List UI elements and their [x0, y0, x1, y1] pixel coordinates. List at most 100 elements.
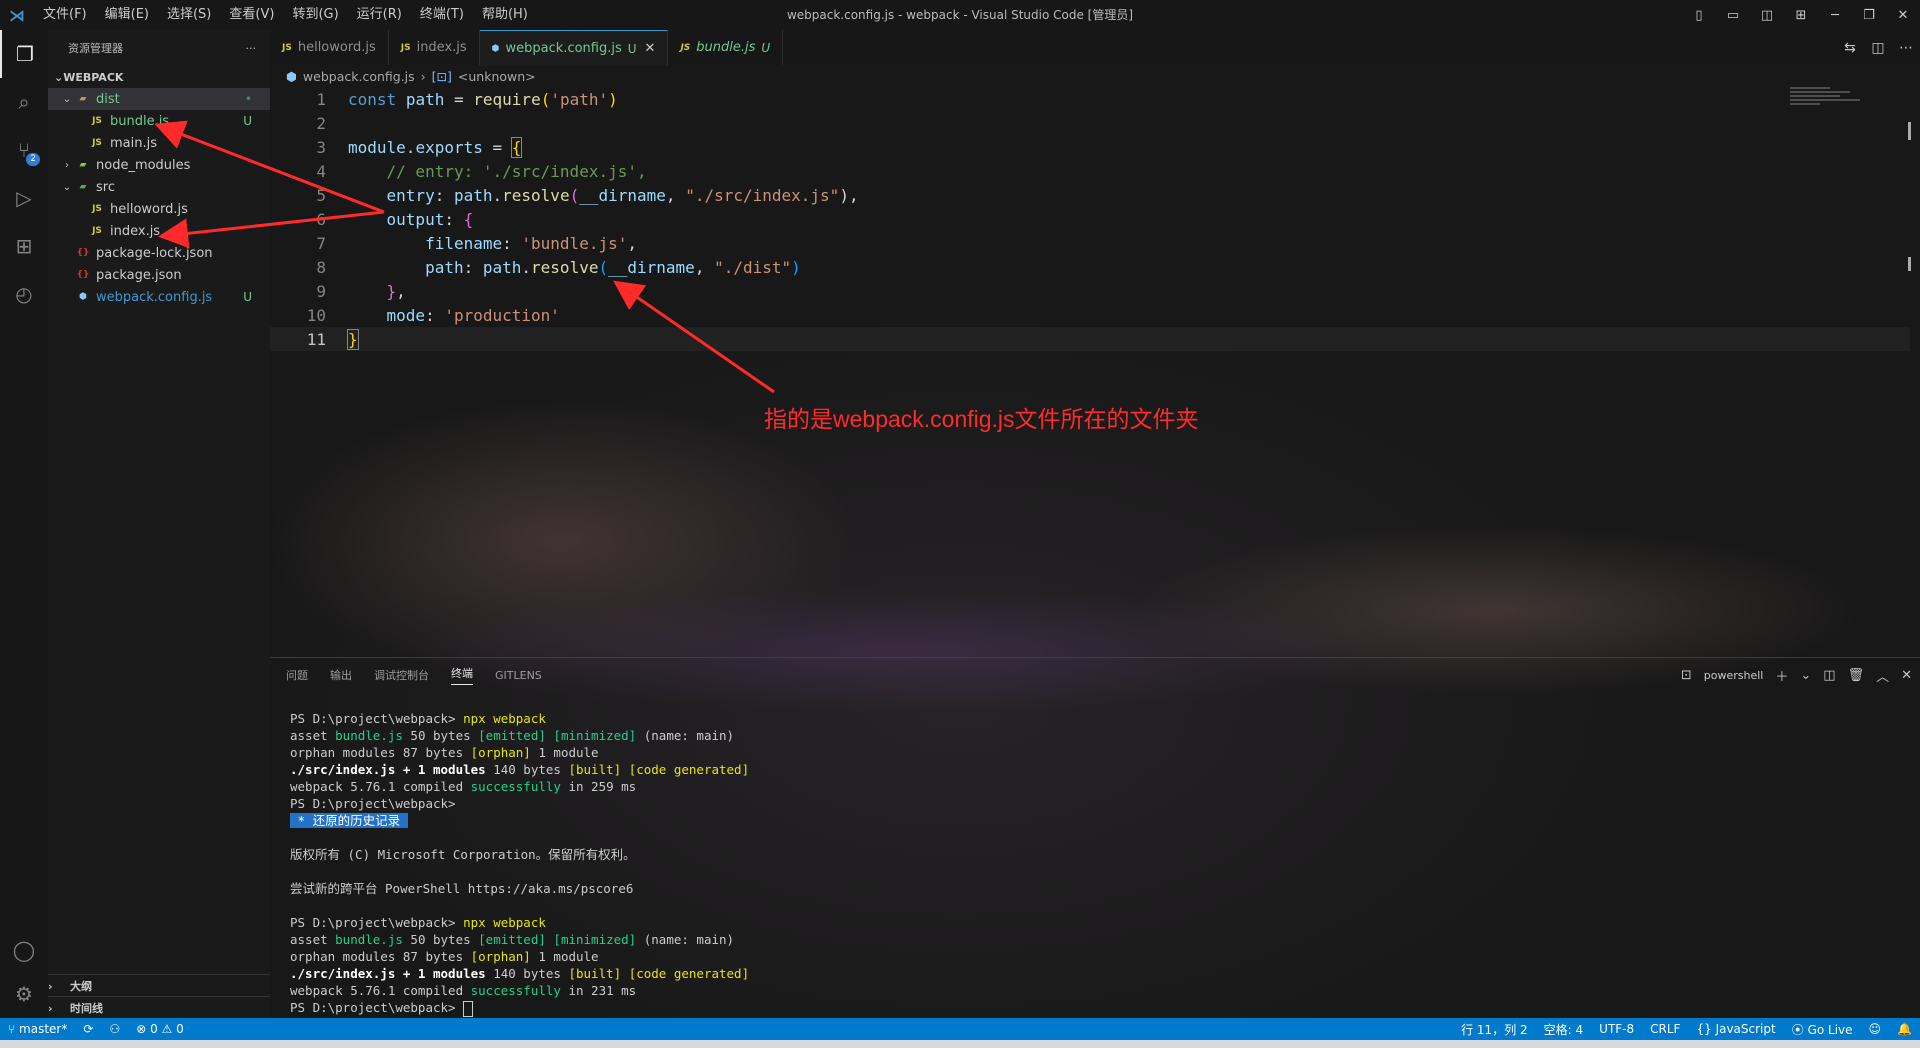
tab-webpack-config-js[interactable]: ⬢ webpack.config.js U ✕: [479, 30, 669, 66]
workspace-section[interactable]: ⌄ WEBPACK: [48, 66, 270, 88]
code-token: :: [502, 233, 522, 253]
menu-view[interactable]: 查看(V): [220, 0, 283, 30]
restore-button[interactable]: ❐: [1852, 8, 1886, 23]
term-text: [minimized]: [553, 728, 637, 743]
code-line: 10 mode: 'production': [270, 303, 1910, 327]
menu-run[interactable]: 运行(R): [348, 0, 411, 30]
close-panel-icon[interactable]: ✕: [1901, 668, 1912, 683]
tab-index-js[interactable]: JS index.js: [389, 30, 480, 65]
new-terminal-icon[interactable]: ＋: [1775, 666, 1788, 685]
tree-file-index-js[interactable]: JS index.js: [48, 220, 270, 242]
terminal-cursor: [463, 1000, 474, 1017]
account-icon[interactable]: ◯: [0, 926, 48, 974]
editor-scrollbar[interactable]: [1908, 87, 1916, 647]
chevron-down-icon[interactable]: ⌄: [1800, 668, 1811, 683]
tree-file-package-lock-json[interactable]: {} package-lock.json: [48, 242, 270, 264]
term-text: [orphan]: [470, 745, 531, 760]
notifications-icon[interactable]: 🔔: [1889, 1022, 1920, 1036]
menu-terminal[interactable]: 终端(T): [411, 0, 473, 30]
breadcrumb-file[interactable]: webpack.config.js: [303, 69, 415, 84]
tree-file-main-js[interactable]: JS main.js: [48, 132, 270, 154]
tab-debug-console[interactable]: 调试控制台: [374, 667, 429, 683]
language-mode[interactable]: {} JavaScript: [1688, 1022, 1783, 1036]
maximize-panel-icon[interactable]: ︿: [1876, 666, 1889, 685]
timeline-section[interactable]: › 时间线: [48, 996, 270, 1019]
toggle-panel-icon[interactable]: ▭: [1716, 8, 1750, 23]
run-debug-icon[interactable]: ▷: [0, 174, 48, 222]
terminal-line: 版权所有 (C) Microsoft Corporation。保留所有权利。: [290, 846, 749, 863]
term-text: 尝试新的跨平台 PowerShell https://aka.ms/pscore…: [290, 881, 634, 896]
tree-label: node_modules: [96, 157, 191, 173]
terminal-line: PS D:\project\webpack>: [290, 999, 749, 1017]
explorer-title: 资源管理器: [68, 42, 123, 55]
tab-output[interactable]: 输出: [330, 667, 352, 683]
explorer-more-button[interactable]: ···: [246, 42, 257, 55]
js-file-icon: JS: [92, 138, 102, 148]
sync-icon[interactable]: ⟳: [75, 1022, 101, 1036]
tree-file-webpack-config-js[interactable]: ⬢ webpack.config.js U: [48, 286, 270, 308]
code-line: 4 // entry: './src/index.js',: [270, 159, 1910, 183]
tab-terminal[interactable]: 终端: [451, 665, 473, 685]
tab-gitlens[interactable]: GITLENS: [495, 669, 542, 682]
outline-section[interactable]: › 大纲: [48, 974, 270, 997]
menu-file[interactable]: 文件(F): [34, 0, 96, 30]
term-text: webpack 5.76.1 compiled: [290, 983, 471, 998]
code-comment: // entry: './src/index.js',: [386, 161, 647, 181]
line-number: 6: [316, 209, 326, 229]
menu-edit[interactable]: 编辑(E): [96, 0, 158, 30]
settings-gear-icon[interactable]: ⚙: [0, 970, 48, 1018]
tree-folder-src[interactable]: ⌄ ▰ src: [48, 176, 270, 198]
tab-bundle-js[interactable]: JS bundle.js U: [668, 30, 784, 65]
feedback-icon[interactable]: ☺: [1861, 1022, 1890, 1036]
toggle-secondary-sidebar-icon[interactable]: ◫: [1750, 8, 1784, 23]
term-text: bundle.js: [335, 932, 403, 947]
menu-selection[interactable]: 选择(S): [158, 0, 220, 30]
tree-file-package-json[interactable]: {} package.json: [48, 264, 270, 286]
tree-file-helloword-js[interactable]: JS helloword.js: [48, 198, 270, 220]
breadcrumb-symbol[interactable]: <unknown>: [458, 69, 536, 84]
source-control-icon[interactable]: ⑂ 2: [0, 126, 48, 174]
customize-layout-icon[interactable]: ⊞: [1784, 8, 1818, 23]
tree-label: src: [96, 179, 115, 195]
indentation[interactable]: 空格: 4: [1536, 1021, 1592, 1038]
tab-problems[interactable]: 问题: [286, 667, 308, 683]
term-text: (name: main): [636, 728, 735, 743]
encoding[interactable]: UTF-8: [1591, 1022, 1642, 1036]
toggle-sidebar-icon[interactable]: ▯: [1682, 8, 1716, 23]
extensions-icon[interactable]: ⊞: [0, 222, 48, 270]
close-window-button[interactable]: ✕: [1886, 8, 1920, 23]
tree-folder-node-modules[interactable]: › ▰ node_modules: [48, 154, 270, 176]
split-editor-icon[interactable]: ◫: [1864, 40, 1892, 56]
code-token: {: [510, 136, 523, 158]
search-icon[interactable]: ⌕: [0, 78, 48, 126]
gitlens-status-icon[interactable]: ⚇: [101, 1022, 128, 1036]
explorer-icon[interactable]: ❐: [0, 30, 48, 78]
branch-item[interactable]: ⑂ master*: [0, 1022, 75, 1036]
close-icon[interactable]: ✕: [645, 41, 656, 56]
cursor-position[interactable]: 行 11，列 2: [1453, 1021, 1536, 1038]
code-token: :: [463, 257, 483, 277]
tab-helloword-js[interactable]: JS helloword.js: [270, 30, 389, 65]
tree-file-bundle-js[interactable]: JS bundle.js U: [48, 110, 270, 132]
problems-item[interactable]: ⊗ 0 ⚠ 0: [128, 1022, 192, 1036]
terminal-shell-name[interactable]: powershell: [1704, 669, 1764, 682]
editor-tabs: JS helloword.js JS index.js ⬢ webpack.co…: [270, 30, 1920, 66]
code-editor[interactable]: 1 const path = require('path') 2 3 module.…: [270, 87, 1910, 647]
more-actions-icon[interactable]: ⋯: [1892, 40, 1920, 56]
chevron-down-icon: ⌄: [62, 181, 72, 193]
open-changes-icon[interactable]: ⇆: [1836, 40, 1864, 56]
branch-name: master*: [19, 1022, 68, 1036]
go-live-button[interactable]: ⦿ Go Live: [1784, 1021, 1861, 1038]
trash-icon[interactable]: 🗑: [1848, 668, 1865, 683]
tree-folder-dist[interactable]: ⌄ ▰ dist •: [48, 88, 270, 110]
code-token: }: [386, 281, 397, 301]
minimize-button[interactable]: ─: [1818, 8, 1852, 23]
minimap[interactable]: [1790, 87, 1890, 127]
eol[interactable]: CRLF: [1642, 1022, 1688, 1036]
term-text: successfully: [470, 779, 561, 794]
menu-go[interactable]: 转到(G): [283, 0, 347, 30]
terminal-output[interactable]: PS D:\project\webpack> npx webpack asset…: [290, 710, 749, 1017]
split-terminal-icon[interactable]: ◫: [1823, 668, 1835, 683]
gitlens-icon[interactable]: ◴: [0, 270, 48, 318]
menu-help[interactable]: 帮助(H): [473, 0, 537, 30]
